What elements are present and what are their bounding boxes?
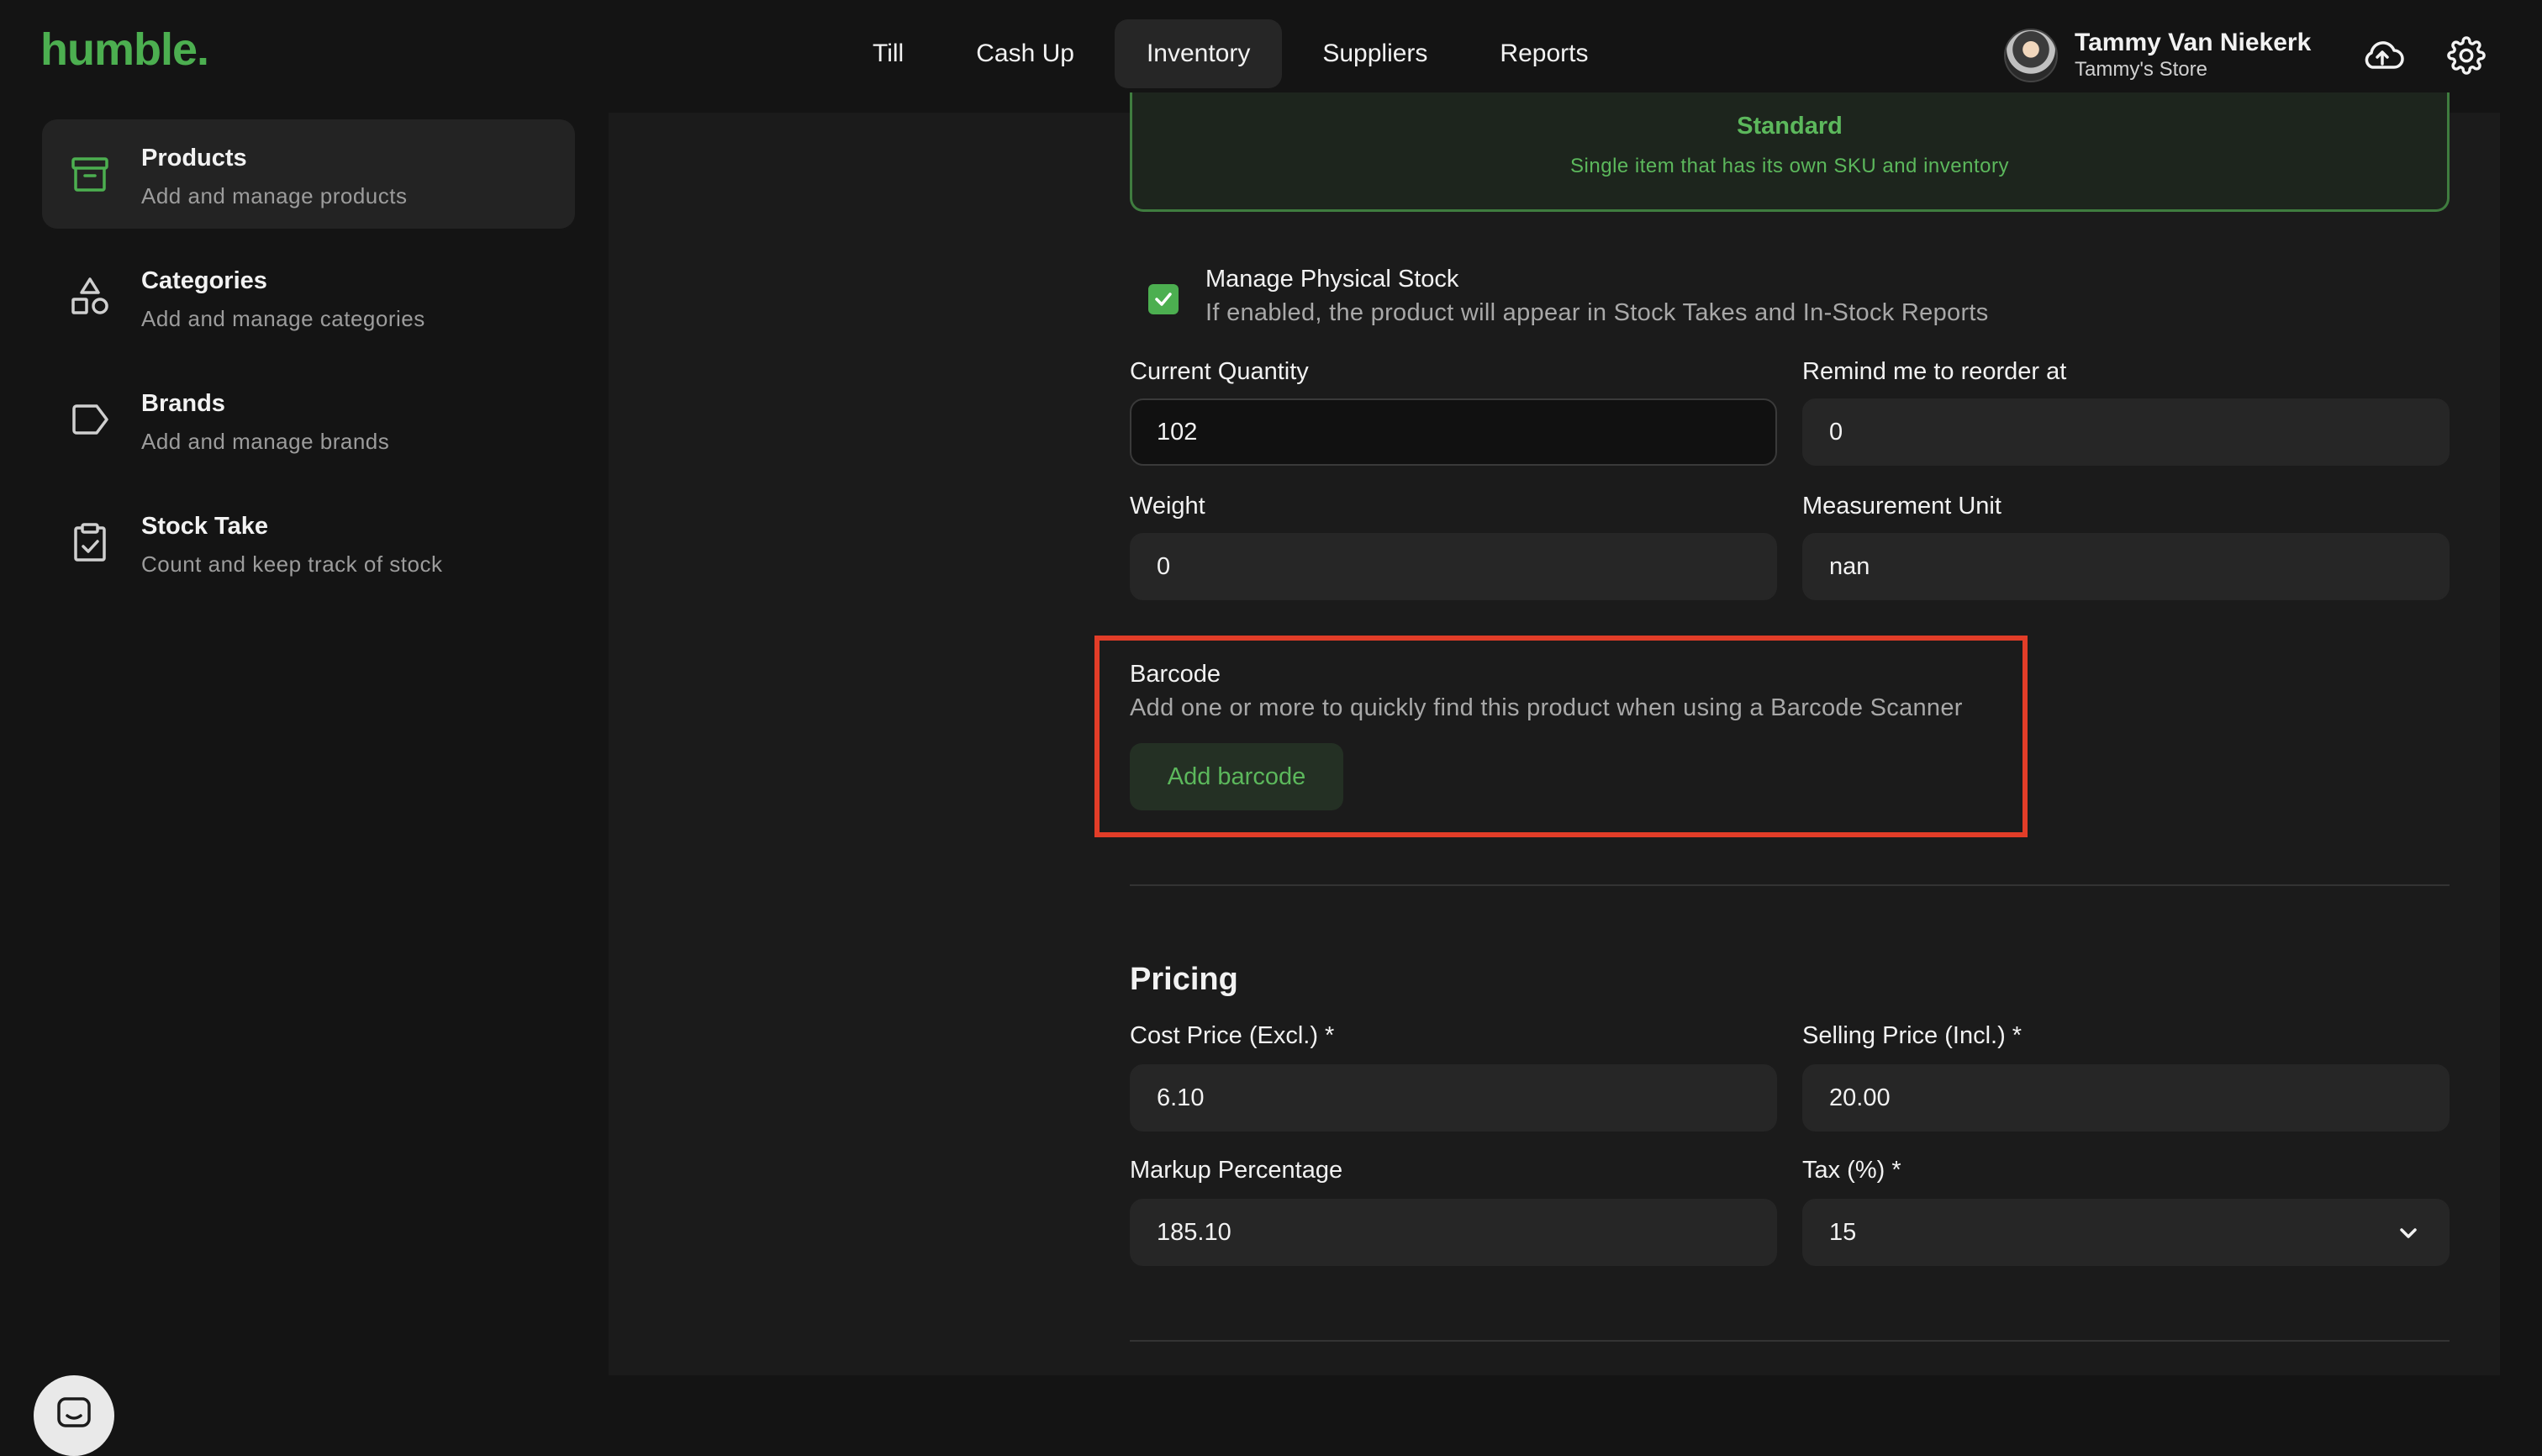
sidebar-item-title: Brands [141, 390, 225, 417]
markup-percentage-label: Markup Percentage [1130, 1157, 1343, 1184]
main-nav: Till Cash Up Inventory Suppliers Reports [841, 19, 1620, 88]
tax-select[interactable]: 15 [1802, 1199, 2450, 1266]
user-menu[interactable]: Tammy Van Niekerk Tammy's Store [2004, 25, 2311, 86]
gear-icon[interactable] [2443, 32, 2490, 79]
manage-stock-checkbox[interactable] [1148, 284, 1179, 314]
sidebar-item-subtitle: Add and manage categories [141, 306, 425, 331]
avatar [2004, 29, 2058, 82]
chat-launcher-button[interactable] [34, 1375, 114, 1456]
selling-price-label: Selling Price (Incl.) * [1802, 1022, 2023, 1049]
tax-select-value: 15 [1829, 1218, 1857, 1246]
weight-input[interactable]: 0 [1130, 533, 1777, 600]
section-divider [1130, 884, 2450, 886]
nav-till[interactable]: Till [841, 19, 936, 88]
store-name: Tammy's Store [2075, 58, 2207, 81]
sidebar: Products Add and manage products Categor… [0, 113, 609, 1456]
user-info: Tammy Van Niekerk Tammy's Store [2075, 29, 2311, 82]
product-type-card-standard[interactable]: Standard Single item that has its own SK… [1130, 92, 2450, 212]
sidebar-item-subtitle: Add and manage brands [141, 429, 390, 454]
add-barcode-button[interactable]: Add barcode [1130, 743, 1343, 810]
cloud-upload-icon[interactable] [2359, 32, 2406, 79]
tax-label: Tax (%) * [1802, 1157, 1901, 1184]
pricing-section-title: Pricing [1130, 962, 1238, 997]
sidebar-item-brands[interactable]: Brands Add and manage brands [42, 365, 575, 474]
tag-icon [67, 397, 113, 442]
barcode-title: Barcode [1130, 661, 1221, 688]
measurement-unit-input[interactable]: nan [1802, 533, 2450, 600]
sidebar-item-subtitle: Add and manage products [141, 183, 408, 208]
user-name: Tammy Van Niekerk [2075, 29, 2312, 56]
sidebar-item-categories[interactable]: Categories Add and manage categories [42, 242, 575, 351]
cost-price-label: Cost Price (Excl.) * [1130, 1022, 1335, 1049]
manage-stock-label: Manage Physical Stock [1205, 266, 1459, 293]
reorder-input[interactable]: 0 [1802, 398, 2450, 466]
chevron-down-icon [2396, 1221, 2421, 1253]
chat-icon [55, 1395, 92, 1437]
sidebar-item-stock-take[interactable]: Stock Take Count and keep track of stock [42, 488, 575, 597]
reorder-label: Remind me to reorder at [1802, 358, 2067, 385]
weight-label: Weight [1130, 493, 1205, 520]
checkmark-icon [1155, 293, 1172, 306]
markup-percentage-input[interactable]: 185.10 [1130, 1199, 1777, 1266]
current-quantity-label: Current Quantity [1130, 358, 1309, 385]
shapes-icon [67, 274, 113, 319]
nav-reports[interactable]: Reports [1468, 19, 1620, 88]
sidebar-item-title: Stock Take [141, 513, 268, 540]
manage-stock-description: If enabled, the product will appear in S… [1205, 299, 1989, 326]
measurement-unit-label: Measurement Unit [1802, 493, 2001, 520]
archive-box-icon [67, 151, 113, 197]
app-logo[interactable]: humble. [40, 24, 209, 76]
product-type-description: Single item that has its own SKU and inv… [1570, 155, 2009, 177]
sidebar-item-products[interactable]: Products Add and manage products [42, 119, 575, 229]
current-quantity-input[interactable]: 102 [1130, 398, 1777, 466]
nav-inventory[interactable]: Inventory [1114, 19, 1283, 88]
nav-cash-up[interactable]: Cash Up [944, 19, 1106, 88]
barcode-description: Add one or more to quickly find this pro… [1130, 694, 1963, 721]
section-divider [1130, 1340, 2450, 1342]
nav-suppliers[interactable]: Suppliers [1290, 19, 1459, 88]
selling-price-input[interactable]: 20.00 [1802, 1064, 2450, 1132]
cost-price-input[interactable]: 6.10 [1130, 1064, 1777, 1132]
clipboard-check-icon [67, 520, 113, 565]
sidebar-item-title: Products [141, 145, 247, 171]
scroll-gutter [2500, 113, 2542, 1375]
sidebar-item-title: Categories [141, 267, 267, 294]
sidebar-item-subtitle: Count and keep track of stock [141, 551, 443, 577]
product-type-title: Standard [1737, 113, 1843, 140]
